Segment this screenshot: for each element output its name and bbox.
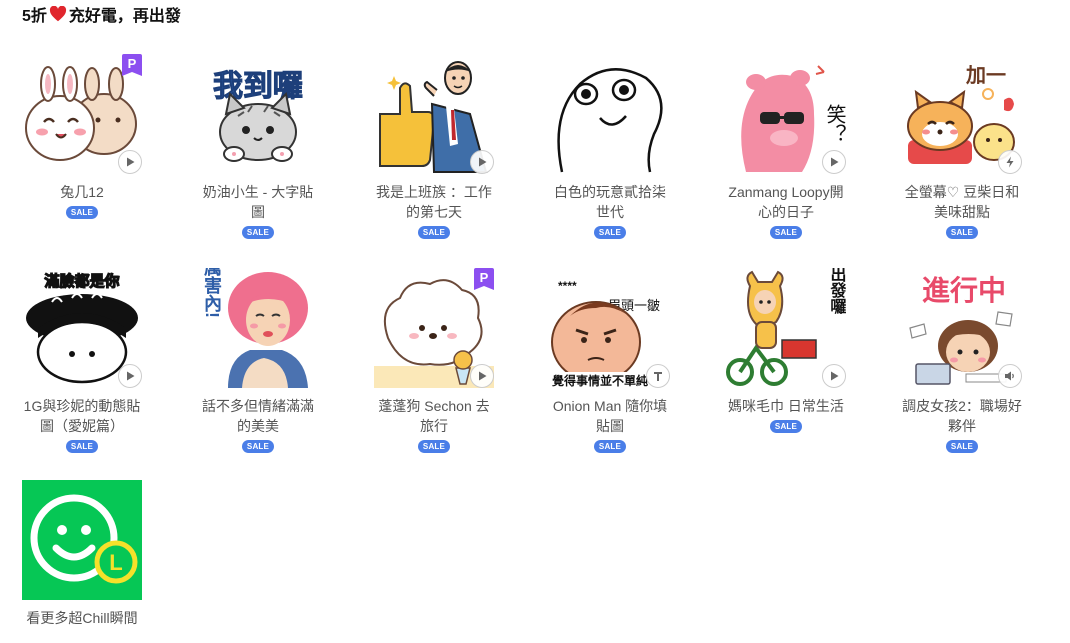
sale-badge: SALE	[769, 420, 803, 433]
sticker-thumbnail[interactable]: 厲害內!	[198, 268, 318, 388]
sticker-name[interactable]: 蓬蓬狗 Sechon 去旅行	[372, 396, 496, 436]
sticker-card[interactable]: 滿臉都是你 1G與珍妮的動態貼圖（愛妮篇） SALE	[22, 268, 142, 454]
sticker-caption: 加一	[965, 64, 1006, 87]
section-title: 5折 充好電，再出發	[22, 2, 181, 26]
sale-badge: SALE	[593, 440, 627, 453]
sticker-card[interactable]: P 蓬蓬狗 Sechon 去旅行 SALE	[374, 268, 494, 454]
sticker-caption: 準備出發囉	[828, 268, 847, 315]
sticker-caption: 覺得事情並不單純	[551, 373, 648, 388]
sale-badge: SALE	[945, 440, 979, 453]
sticker-name[interactable]: 全螢幕♡ 豆柴日和美味甜點	[900, 182, 1024, 222]
sticker-caption: 我到囉	[213, 70, 303, 103]
sale-badge: SALE	[65, 206, 99, 219]
title-prefix: 5折	[22, 8, 47, 25]
line-logo-tile[interactable]: L	[22, 480, 142, 600]
sticker-name[interactable]: 媽咪毛巾 日常生活	[724, 396, 848, 416]
sticker-card[interactable]: 進行中 調皮女孩2：職場好夥伴 SALE	[902, 268, 1022, 454]
sale-badge: SALE	[593, 226, 627, 239]
sale-badge: SALE	[769, 226, 803, 239]
sticker-card[interactable]: 笑？ Zanmang Loopy開心的日子 SALE	[726, 54, 846, 240]
sticker-card[interactable]: 厲害內! 話不多但情緒滿滿的美美 SALE	[198, 268, 318, 454]
heart-icon	[49, 6, 66, 22]
sticker-thumbnail[interactable]: 準備出發囉	[726, 268, 846, 388]
sticker-name[interactable]: 話不多但情緒滿滿的美美	[196, 396, 320, 436]
sticker-caption: 笑？	[823, 104, 846, 144]
sticker-name[interactable]: Zanmang Loopy開心的日子	[724, 182, 848, 222]
sticker-name[interactable]: 奶油小生 - 大字貼圖	[196, 182, 320, 222]
lightning-icon[interactable]	[998, 150, 1022, 174]
sticker-caption: 進行中	[922, 274, 1006, 306]
sticker-thumbnail[interactable]: 進行中	[902, 268, 1022, 388]
sticker-card[interactable]: 我到囉 奶油小生 - 大字貼圖 SALE	[198, 54, 318, 240]
cat-sticker-image: 我到囉	[213, 70, 304, 162]
sale-badge: SALE	[417, 440, 451, 453]
text-icon[interactable]	[646, 364, 670, 388]
sticker-name[interactable]: Onion Man 隨你填貼圖	[548, 396, 672, 436]
sale-badge: SALE	[417, 226, 451, 239]
sticker-card[interactable]: 準備出發囉 媽咪毛巾 日常生活 SALE	[726, 268, 846, 434]
meimei-sticker-image: 厲害內!	[202, 268, 308, 388]
sticker-thumbnail[interactable]: P	[22, 54, 142, 174]
l-badge-icon: L	[109, 550, 122, 575]
sticker-thumbnail[interactable]: 笑？	[726, 54, 846, 174]
title-suffix: 充好電，再出發	[68, 8, 181, 25]
sticker-name[interactable]: 我是上班族 ：工作的第七天	[372, 182, 496, 222]
sticker-name[interactable]: 1G與珍妮的動態貼圖（愛妮篇）	[20, 396, 144, 436]
sound-icon[interactable]	[998, 364, 1022, 388]
sticker-thumbnail[interactable]: 滿臉都是你	[22, 268, 142, 388]
sticker-thumbnail[interactable]: P	[374, 268, 494, 388]
play-icon[interactable]	[470, 364, 494, 388]
play-icon[interactable]	[470, 150, 494, 174]
sticker-card[interactable]: 白色的玩意貳拾柒世代 SALE	[550, 54, 670, 240]
sale-badge: SALE	[65, 440, 99, 453]
sticker-card[interactable]: **** 眉頭一皺 覺得事情並不單純 Onion Man 隨你填貼圖 SALE	[550, 268, 670, 454]
sticker-caption: ****	[558, 279, 577, 293]
sticker-thumbnail[interactable]	[374, 54, 494, 174]
sticker-name[interactable]: 白色的玩意貳拾柒世代	[548, 182, 672, 222]
sticker-thumbnail[interactable]: 加一	[902, 54, 1022, 174]
sticker-name[interactable]: 調皮女孩2：職場好夥伴	[900, 396, 1024, 436]
sticker-caption: 滿臉都是你	[44, 272, 119, 290]
see-more-label[interactable]: 看更多超Chill瞬間	[20, 608, 144, 628]
sale-badge: SALE	[945, 226, 979, 239]
sale-badge: SALE	[241, 440, 275, 453]
sticker-thumbnail[interactable]: **** 眉頭一皺 覺得事情並不單純	[550, 268, 670, 388]
sticker-card[interactable]: 加一 全螢幕♡ 豆柴日和美味甜點 SALE	[902, 54, 1022, 240]
play-icon[interactable]	[822, 150, 846, 174]
sticker-caption: 厲害內!	[202, 268, 222, 318]
play-icon[interactable]	[118, 150, 142, 174]
sticker-name[interactable]: 兔几12	[20, 182, 144, 202]
sticker-card[interactable]: P 兔几12 SALE	[22, 54, 142, 220]
sale-badge: SALE	[241, 226, 275, 239]
sticker-thumbnail[interactable]	[550, 54, 670, 174]
play-icon[interactable]	[118, 364, 142, 388]
smile-face-icon: L	[30, 494, 138, 584]
play-icon[interactable]	[822, 364, 846, 388]
sticker-card[interactable]: 我是上班族 ：工作的第七天 SALE	[374, 54, 494, 240]
sticker-thumbnail[interactable]: 我到囉	[198, 54, 318, 174]
white-blob-sticker-image	[557, 68, 663, 173]
see-more-card[interactable]: L 看更多超Chill瞬間	[22, 480, 142, 628]
